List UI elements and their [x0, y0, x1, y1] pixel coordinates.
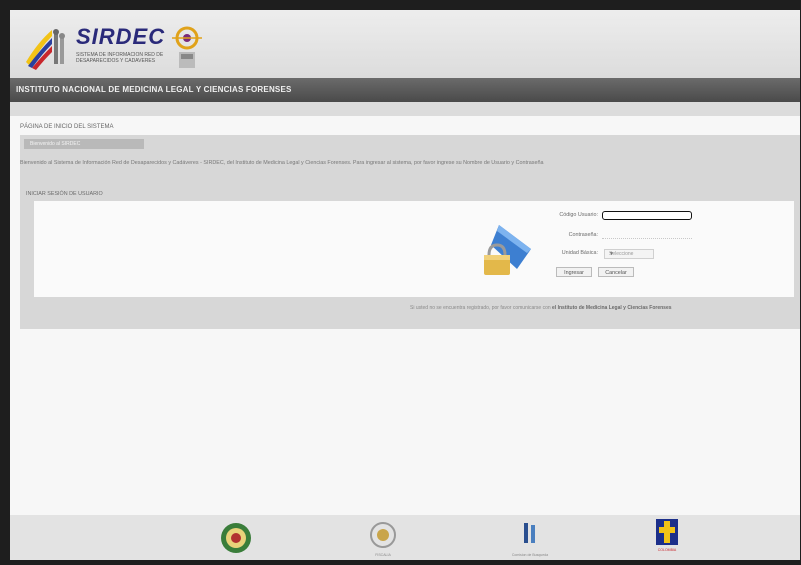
login-form: Código Usuario: Contraseña: Unidad Básic… — [34, 201, 794, 297]
password-label: Contraseña: — [568, 232, 598, 238]
app-name: SIRDEC — [76, 24, 166, 49]
spacer-bar — [10, 102, 800, 116]
header: SIRDEC SISTEMA DE INFORMACION RED DE DES… — [10, 10, 800, 78]
registration-note-text: Si usted no se encuentra registrado, por… — [410, 305, 551, 311]
registration-note: Si usted no se encuentra registrado, por… — [410, 305, 672, 311]
medicina-legal-caption: Comision de Busqueda — [511, 553, 549, 557]
welcome-text: Bienvenido al Sistema de Información Red… — [20, 160, 544, 166]
user-input[interactable] — [602, 211, 692, 220]
target-seal-icon — [172, 26, 202, 68]
breadcrumb: PÁGINA DE INICIO DEL SISTEMA — [20, 124, 114, 130]
entity-label: Unidad Básica: — [561, 250, 598, 256]
institution-name: INSTITUTO NACIONAL DE MEDICINA LEGAL Y C… — [16, 85, 292, 94]
scanned-page: SIRDEC SISTEMA DE INFORMACION RED DE DES… — [10, 10, 800, 560]
policia-seal-icon — [221, 523, 251, 553]
fiscalia-seal-icon — [370, 522, 396, 548]
colombia-icon — [656, 519, 678, 545]
colombia-caption: COLOMBIA — [657, 548, 677, 552]
password-input[interactable] — [602, 231, 692, 239]
submit-button[interactable]: Ingresar — [556, 267, 592, 277]
sirdec-logo: SIRDEC SISTEMA DE INFORMACION RED DE DES… — [24, 18, 224, 74]
chevron-down-icon: ▼ — [609, 251, 614, 257]
panel-tab[interactable]: Bienvenido al SIRDEC — [24, 139, 144, 149]
footer: FISCALIA Comision de Busqueda COLOMBIA — [10, 515, 800, 560]
registration-note-org[interactable]: el Instituto de Medicina Legal y Ciencia… — [552, 305, 671, 311]
main-panel: Bienvenido al SIRDEC Bienvenido al Siste… — [20, 135, 800, 329]
panel-tab-label: Bienvenido al SIRDEC — [30, 141, 81, 147]
entity-select[interactable]: Seleccione ▼ — [604, 249, 654, 259]
institution-bar: INSTITUTO NACIONAL DE MEDICINA LEGAL Y C… — [10, 78, 800, 102]
app-subtitle: SISTEMA DE INFORMACION RED DE DESAPARECI… — [76, 52, 164, 64]
padlock-icon — [484, 225, 531, 275]
login-section-title: INICIAR SESIÓN DE USUARIO — [26, 191, 103, 197]
colombia-flag-emblem-icon — [26, 29, 65, 70]
user-label: Código Usuario: — [559, 212, 598, 218]
fiscalia-caption: FISCALIA — [375, 553, 391, 557]
cancel-button[interactable]: Cancelar — [598, 267, 634, 277]
medicina-legal-icon — [524, 523, 535, 543]
